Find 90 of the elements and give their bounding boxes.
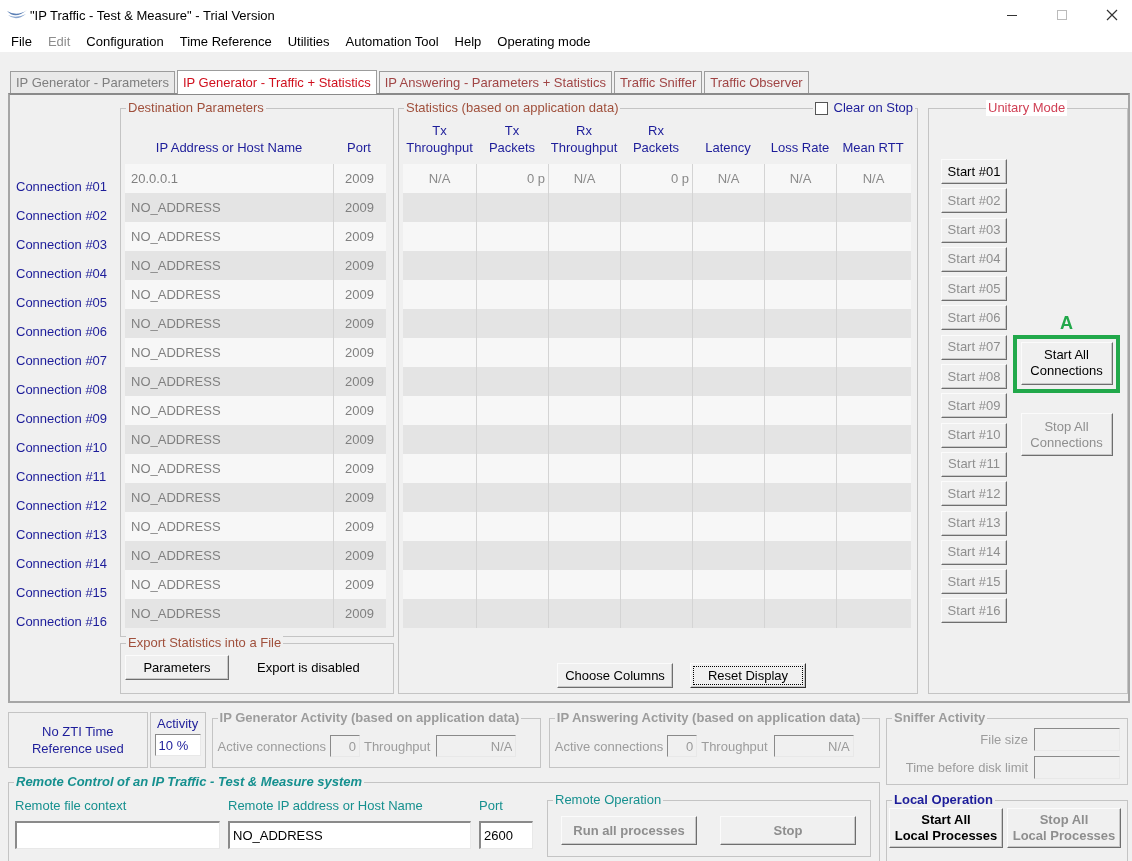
row-label: Connection #12 [16,497,108,515]
column-header: Port [346,139,372,157]
annotation-label: A [1060,312,1073,333]
group-title: Statistics (based on application data) [404,100,621,116]
menu-item[interactable]: File [3,33,40,49]
field-label: Port [479,798,504,814]
menu-item[interactable]: Help [446,33,490,49]
reset-display-button[interactable]: Reset Display [690,663,806,688]
tab[interactable]: Traffic Observer [704,71,809,93]
group-title: IP Answering Activity (based on application data) [554,710,863,726]
column-header: Latency [704,139,752,157]
table-cell-text: NO_ADDRESS [130,460,222,478]
table-cell-text: NO_ADDRESS [130,518,222,536]
group-title: Export Statistics into a File [126,635,284,651]
column-header: Tx Throughput [405,122,474,157]
menu-item[interactable]: Automation Tool [337,33,447,49]
field-label: Throughput [701,738,768,754]
field-label: Activity [157,716,199,732]
table-cell-text: NO_ADDRESS [130,431,222,449]
column-header: Loss Rate [769,139,831,157]
input-field[interactable]: 10 % [154,734,201,756]
column-header: IP Address or Host Name [154,139,304,157]
parameters-button[interactable]: Parameters [125,655,229,680]
group-title: Remote Operation [553,792,664,808]
column-header: Mean RTT [841,139,905,157]
column-header: Rx Throughput [549,122,619,157]
status-text: No ZTI Time Reference used [31,723,124,757]
menu-item[interactable]: Time Reference [171,33,280,49]
table-cell-text: NO_ADDRESS [130,402,222,420]
group-title: Unitary Mode [986,100,1068,116]
row-label: Connection #09 [16,410,108,428]
close-icon[interactable] [1106,9,1118,21]
group-title: IP Generator Activity (based on application data) [217,710,522,726]
maximize-icon[interactable] [1056,9,1068,21]
table-cell-text: NO_ADDRESS [130,257,222,275]
menu-item[interactable]: Configuration [78,33,172,49]
row-label: Connection #06 [16,323,108,341]
column-header: Rx Packets [631,122,681,157]
field-label: Throughput [363,738,431,754]
table-cell-text: NO_ADDRESS [130,373,222,391]
tab[interactable]: IP Answering - Parameters + Statistics [378,71,612,93]
field-label: File size [980,732,1028,747]
row-label: Connection #14 [16,555,108,573]
row-label: Connection #04 [16,265,108,283]
checkbox[interactable] [814,101,828,115]
table-cell: 2009 [333,599,385,628]
row-label: Connection #10 [16,439,108,457]
choose-columns-button[interactable]: Choose Columns [557,663,673,688]
tab[interactable]: Traffic Sniffer [613,71,703,93]
table-cell-text: N/A [427,170,452,188]
table-cell-text: NO_ADDRESS [130,489,222,507]
input-field[interactable]: 2600 [479,821,533,849]
group-title: Sniffer Activity [892,710,988,726]
row-label: Connection #13 [16,526,108,544]
start-all-button[interactable]: Start All Connections [1020,341,1113,385]
menu-item[interactable]: Operating mode [489,33,599,49]
table-cell-text: NO_ADDRESS [130,605,222,623]
field-label: Active connections [217,738,326,754]
table-cell-text: 20.0.0.1 [130,170,179,188]
status-text: Export is disabled [257,660,360,675]
table-cell-text: NO_ADDRESS [130,286,222,304]
input-field[interactable] [15,821,220,849]
table-cell-text: NO_ADDRESS [130,547,222,565]
row-label: Connection #05 [16,294,108,312]
field-label: Remote IP address or Host Name [228,798,424,814]
row-label: Connection #03 [16,236,108,254]
table-cell-text: NO_ADDRESS [130,344,222,362]
row-label: Connection #07 [16,352,108,370]
table-cell-text: NO_ADDRESS [130,199,222,217]
row-label: Connection #08 [16,381,108,399]
start-all-local-button[interactable]: Start All Local Processes [889,808,1003,848]
tab[interactable]: IP Generator - Traffic + Statistics [176,70,377,94]
start-button[interactable]: Start #01 [941,159,1007,184]
input-field[interactable]: NO_ADDRESS [228,821,471,849]
window-title: "IP Traffic - Test & Measure" - Trial Version [30,7,275,23]
group-title: Local Operation [892,792,995,808]
field-label: Time before disk limit [905,760,1028,775]
row-label: Connection #02 [16,207,108,225]
row-label: Connection #11 [16,468,107,486]
row-label: Connection #01 [16,178,108,196]
table-cell-text: NO_ADDRESS [130,315,222,333]
column-header: Tx Packets [487,122,537,157]
table-cell-text: NO_ADDRESS [130,576,222,594]
table-cell-text: NO_ADDRESS [130,228,222,246]
row-label: Connection #16 [16,613,108,631]
field-label: Remote file context [15,798,128,814]
row-label: Connection #15 [16,584,108,602]
group-title: Remote Control of an IP Traffic - Test & Measure system [14,774,365,790]
field-label: Active connections [554,738,664,754]
menu-item[interactable]: Utilities [279,33,338,49]
